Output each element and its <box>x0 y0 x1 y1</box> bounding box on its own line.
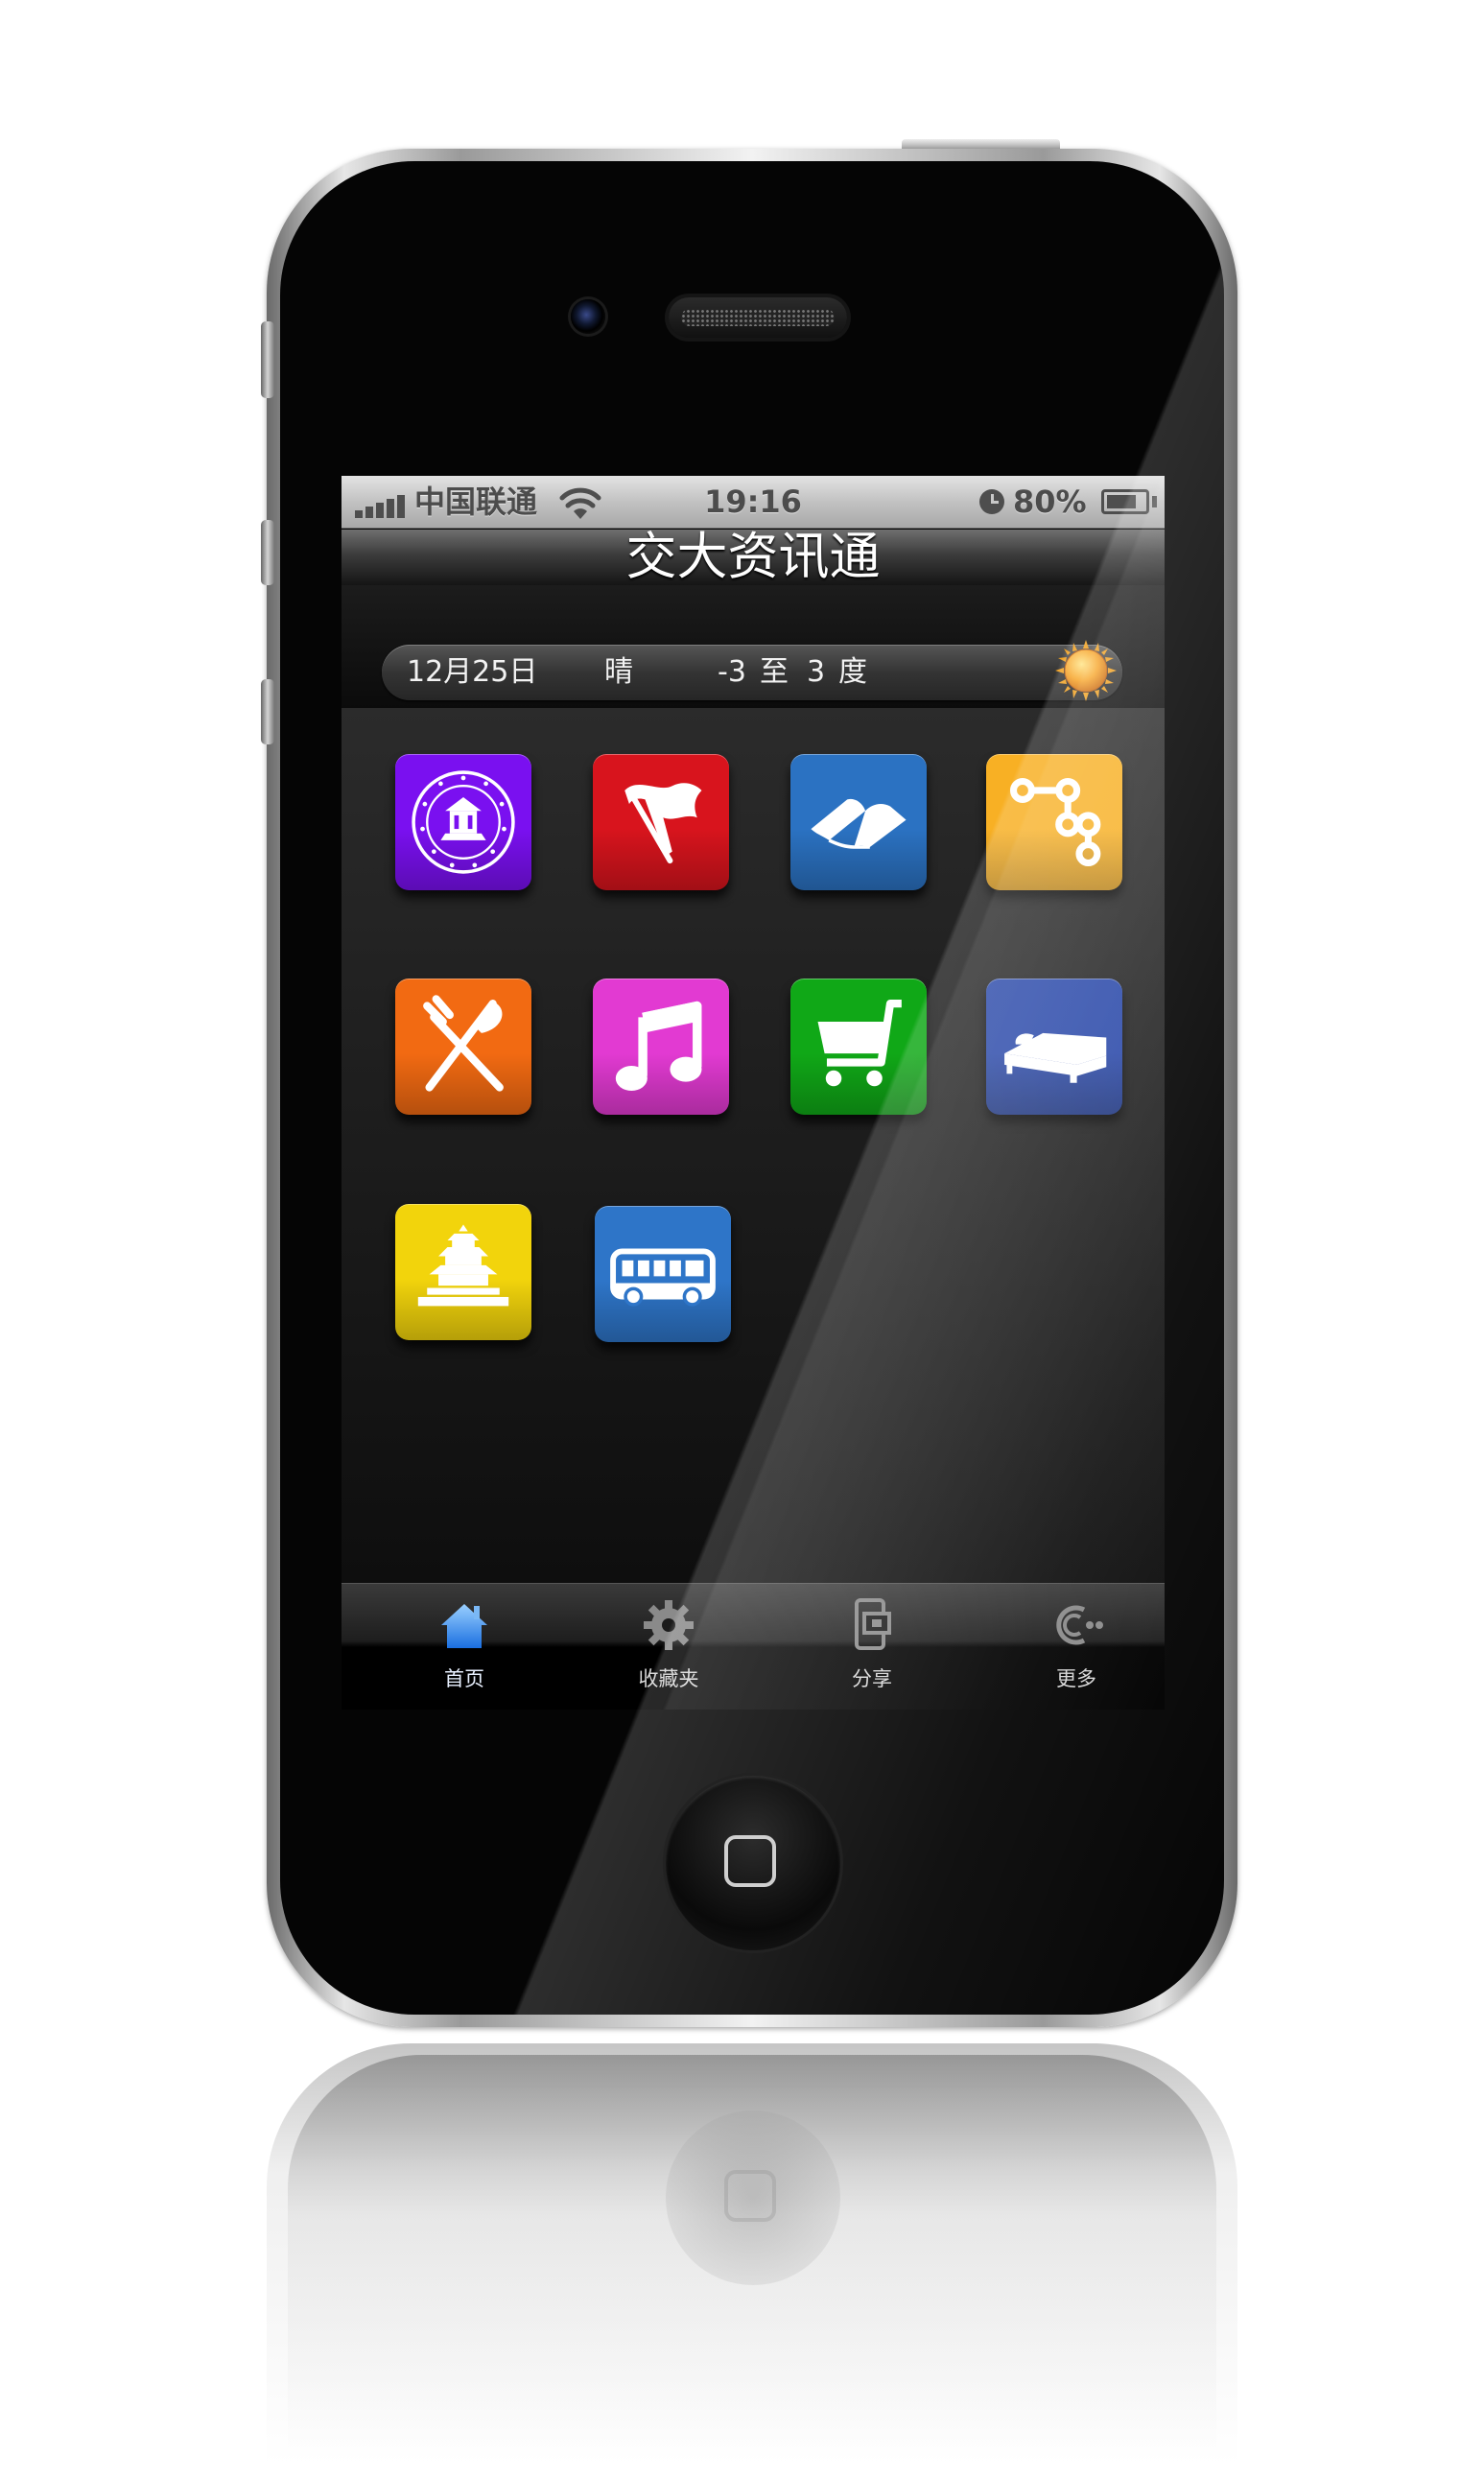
mute-switch[interactable] <box>261 321 274 398</box>
news-app-button[interactable] <box>593 754 729 890</box>
hotel-app-button[interactable] <box>986 979 1122 1115</box>
tab-share-label: 分享 <box>852 1667 892 1690</box>
temple-icon <box>417 1224 509 1307</box>
university-app-button[interactable] <box>395 754 531 890</box>
tab-more[interactable]: 更多 <box>1009 1583 1143 1710</box>
app-screen: 中国联通 19:16 80% 交大资讯通 12月25日 晴 -3 至 3 度 首… <box>342 476 1165 1710</box>
app-title: 交大资讯通 <box>625 528 881 586</box>
tab-home-label: 首页 <box>444 1667 484 1690</box>
battery-level-fill <box>1107 495 1136 508</box>
share-icon <box>855 1598 891 1650</box>
weather-unit: 度 <box>838 655 867 689</box>
weather-temp-high: 3 <box>807 655 826 689</box>
bus-app-button[interactable] <box>595 1206 731 1342</box>
bed-icon <box>1004 1032 1107 1083</box>
alarm-clock-icon <box>979 489 1004 514</box>
front-camera <box>571 299 605 334</box>
bus-icon <box>610 1248 716 1307</box>
wifi-icon <box>559 487 601 519</box>
more-icon <box>1056 1605 1103 1645</box>
tourism-app-button[interactable] <box>395 1204 531 1340</box>
carrier-name: 中国联通 <box>414 484 538 520</box>
sun-icon <box>1055 640 1117 701</box>
weather-condition: 晴 <box>604 655 633 689</box>
dining-app-button[interactable] <box>395 979 531 1115</box>
library-app-button[interactable] <box>790 754 927 890</box>
shopping-cart-icon <box>817 1000 902 1087</box>
fork-knife-icon <box>423 995 504 1092</box>
battery-tip <box>1152 496 1157 507</box>
music-app-button[interactable] <box>593 979 729 1115</box>
tab-favorites[interactable]: 收藏夹 <box>601 1583 736 1710</box>
weather-date: 12月25日 <box>407 655 538 689</box>
weather-range-word: 至 <box>760 655 789 689</box>
tab-home[interactable]: 首页 <box>397 1583 531 1710</box>
volume-up-button[interactable] <box>261 520 274 585</box>
gear-icon <box>644 1600 694 1650</box>
music-note-icon <box>615 1001 702 1092</box>
battery-icon <box>1101 489 1149 514</box>
organization-app-button[interactable] <box>986 754 1122 890</box>
red-flag-icon <box>624 783 702 864</box>
signal-strength-icon <box>355 493 405 518</box>
home-icon <box>441 1604 487 1648</box>
speaker-grill <box>681 309 835 326</box>
weather-temp-low: -3 <box>718 655 746 689</box>
open-book-icon <box>811 798 907 849</box>
volume-down-button[interactable] <box>261 679 274 744</box>
tab-more-label: 更多 <box>1056 1667 1096 1690</box>
shopping-app-button[interactable] <box>790 979 927 1115</box>
status-time: 19:16 <box>704 484 802 520</box>
home-square-icon <box>724 1835 776 1887</box>
university-seal-icon <box>412 770 515 874</box>
tab-share[interactable]: 分享 <box>805 1583 939 1710</box>
home-square-reflection <box>724 2170 776 2222</box>
flow-chart-icon <box>1009 777 1101 867</box>
battery-percent: 80% <box>1013 484 1087 520</box>
tab-favorites-label: 收藏夹 <box>638 1667 699 1690</box>
